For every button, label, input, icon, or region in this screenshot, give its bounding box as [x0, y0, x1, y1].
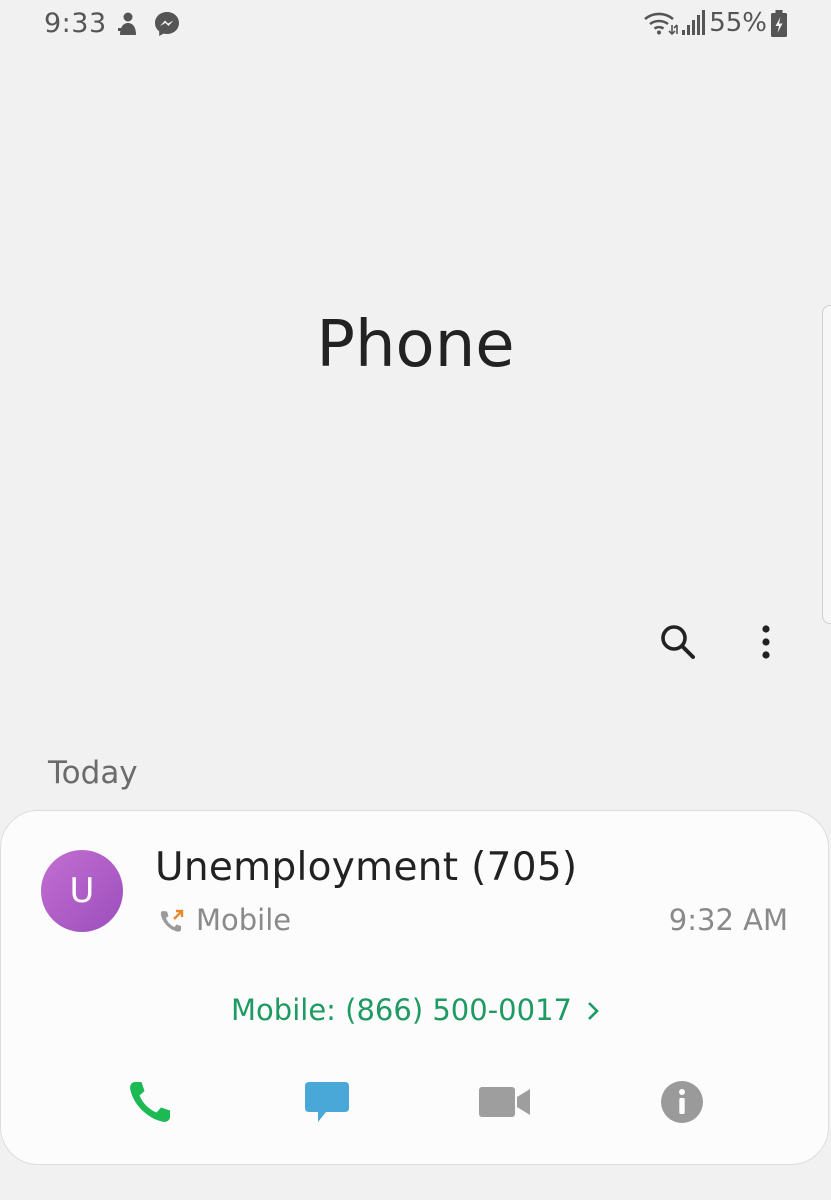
search-button[interactable]: [656, 622, 700, 666]
status-time: 9:33: [44, 8, 107, 39]
message-icon: [304, 1080, 350, 1128]
video-call-button[interactable]: [477, 1079, 533, 1129]
more-options-button[interactable]: [746, 622, 786, 666]
contact-name: Unemployment (705): [155, 845, 578, 890]
number-link-text: Mobile: (866) 500-0017: [231, 993, 572, 1027]
info-icon: [660, 1080, 704, 1128]
section-label-today: Today: [48, 755, 138, 791]
call-time: 9:32 AM: [668, 903, 788, 937]
baby-notification-icon: [116, 11, 140, 41]
call-log-entry[interactable]: U Unemployment (705) Mobile 9:32 AM Mobi…: [0, 810, 829, 1165]
edge-panel-handle[interactable]: [822, 305, 831, 624]
wifi-icon: [643, 10, 679, 40]
outgoing-call-icon: [159, 909, 185, 939]
messenger-icon: [154, 11, 180, 41]
call-button[interactable]: [122, 1079, 178, 1129]
search-icon: [659, 623, 697, 665]
status-bar: 9:33 55%: [0, 0, 831, 50]
battery-charging-icon: [771, 10, 787, 42]
message-button[interactable]: [299, 1079, 355, 1129]
chevron-right-icon: [586, 995, 600, 1029]
details-button[interactable]: [654, 1079, 710, 1129]
page-title: Phone: [316, 308, 515, 382]
avatar[interactable]: U: [41, 850, 123, 932]
number-link[interactable]: Mobile: (866) 500-0017: [1, 993, 830, 1029]
signal-icon: [682, 10, 706, 40]
video-call-icon: [479, 1085, 531, 1123]
battery-percent: 55%: [709, 8, 767, 38]
call-type-label: Mobile: [196, 903, 292, 937]
more-options-icon: [760, 624, 772, 664]
call-icon: [126, 1078, 174, 1130]
